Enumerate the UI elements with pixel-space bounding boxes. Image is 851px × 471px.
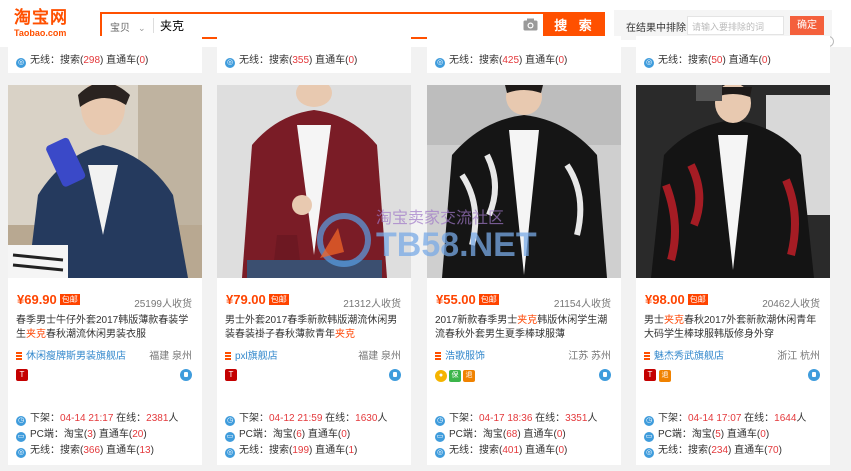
wireless-stats: ◎ 无线：搜索(50) 直通车(0)	[644, 55, 771, 68]
free-shipping-badge: 包邮	[59, 294, 80, 305]
sales-count: 21312人收货	[343, 299, 401, 310]
wireless-stats: ◎ 无线：搜索(366) 直通车(13)	[16, 445, 154, 458]
service-icons: T	[16, 368, 31, 382]
service-icons: ● 保退	[435, 368, 477, 382]
shop-location: 浙江 杭州	[777, 351, 820, 362]
shop-link[interactable]: 休闲瘦牌斯男装旗舰店	[16, 347, 126, 362]
sales-count: 21154人收货	[553, 299, 611, 310]
wireless-icon: ◎	[644, 448, 654, 458]
shop-icon	[16, 352, 22, 360]
partial-card: ◎ 无线：搜索(298) 直通车(0)	[8, 36, 202, 73]
free-shipping-badge: 包邮	[268, 294, 289, 305]
shop-link[interactable]: 魅杰秀武旗舰店	[644, 347, 724, 362]
product-price: ¥55.00 包邮	[436, 292, 499, 307]
wireless-icon: ◎	[644, 58, 654, 68]
wireless-icon: ◎	[16, 448, 26, 458]
free-shipping-badge: 包邮	[687, 294, 708, 305]
shop-location: 江苏 苏州	[568, 351, 611, 362]
listing-info: ◷ 下架：04-12 21:59 在线：1630人	[225, 413, 388, 426]
product-image[interactable]	[427, 85, 621, 278]
sales-count: 20462人收货	[762, 299, 820, 310]
exclude-input[interactable]: 请输入要排除的词	[687, 16, 784, 35]
wireless-icon: ◎	[225, 58, 235, 68]
product-card[interactable]: ¥69.90 包邮 25199人收货 春季男士牛仔外套2017韩版薄款春装学生夹克…	[8, 85, 202, 465]
wireless-icon: ◎	[435, 58, 445, 68]
wireless-stats: ◎ 无线：搜索(234) 直通车(70)	[644, 445, 782, 458]
return-icon[interactable]: 退	[463, 370, 475, 382]
wireless-icon: ◎	[435, 448, 445, 458]
partial-card: ◎ 无线：搜索(425) 直通车(0)	[427, 36, 621, 73]
wireless-stats: ◎ 无线：搜索(298) 直通车(0)	[16, 55, 149, 68]
pc-stats: ▭ PC端：淘宝(3) 直通车(20)	[16, 429, 147, 442]
shop-link[interactable]: pxl旗舰店	[225, 347, 278, 362]
product-title[interactable]: 男士外套2017春季新款韩版潮流休闲男装春装褂子春秋薄款青年夹克	[225, 314, 405, 342]
logo-text: 淘宝网	[14, 8, 68, 28]
wireless-icon: ◎	[16, 58, 26, 68]
guarantee-icon[interactable]: 保	[449, 370, 461, 382]
listing-info: ◷ 下架：04-14 17:07 在线：1644人	[644, 413, 807, 426]
product-card[interactable]: ¥79.00 包邮 21312人收货 男士外套2017春季新款韩版潮流休闲男装春装…	[217, 85, 411, 465]
wireless-stats: ◎ 无线：搜索(401) 直通车(0)	[435, 445, 568, 458]
product-price: ¥79.00 包邮	[226, 292, 289, 307]
wangwang-chat-icon[interactable]	[808, 369, 820, 381]
product-image[interactable]	[636, 85, 830, 278]
product-price: ¥98.00 包邮	[645, 292, 708, 307]
listing-info: ◷ 下架：04-14 21:17 在线：2381人	[16, 413, 179, 426]
product-title[interactable]: 男士夹克春秋2017外套新款潮休闲青年大码学生棒球服韩版修身外穿	[644, 314, 824, 342]
camera-icon[interactable]	[523, 18, 538, 31]
tmall-icon[interactable]: T	[644, 369, 656, 381]
shop-link[interactable]: 浩歌服饰	[435, 347, 485, 362]
product-card[interactable]: ¥98.00 包邮 20462人收货 男士夹克春秋2017外套新款潮休闲青年大码学…	[636, 85, 830, 465]
shop-location: 福建 泉州	[358, 351, 401, 362]
product-image[interactable]	[8, 85, 202, 278]
exclude-confirm-button[interactable]: 确定	[790, 16, 824, 35]
return-icon[interactable]: 退	[659, 370, 671, 382]
search-scope-label: 宝贝	[110, 23, 130, 34]
product-image[interactable]	[217, 85, 411, 278]
tmall-icon[interactable]: T	[225, 369, 237, 381]
wireless-stats: ◎ 无线：搜索(355) 直通车(0)	[225, 55, 358, 68]
pc-stats: ▭ PC端：淘宝(68) 直通车(0)	[435, 429, 566, 442]
shop-icon	[225, 352, 231, 360]
search-scope-select[interactable]: 宝贝 ⌄	[110, 19, 146, 34]
product-title[interactable]: 2017新款春季男士夹克韩版休闲学生潮流春秋外套男生夏季棒球服薄	[435, 314, 615, 342]
partial-card: ◎ 无线：搜索(50) 直通车(0)	[636, 36, 830, 73]
gold-seller-icon[interactable]: ●	[435, 370, 447, 382]
service-icons: T	[225, 368, 240, 382]
sales-count: 25199人收货	[134, 299, 192, 310]
product-price: ¥69.90 包邮	[17, 292, 80, 307]
search-box: 宝贝 ⌄ 夹克	[100, 12, 545, 39]
pc-stats: ▭ PC端：淘宝(5) 直通车(0)	[644, 429, 770, 442]
product-card[interactable]: ¥55.00 包邮 21154人收货 2017新款春季男士夹克韩版休闲学生潮流春秋…	[427, 85, 621, 465]
partial-card: ◎ 无线：搜索(355) 直通车(0)	[217, 36, 411, 73]
shop-icon	[435, 352, 441, 360]
listing-info: ◷ 下架：04-17 18:36 在线：3351人	[435, 413, 598, 426]
wangwang-chat-icon[interactable]	[180, 369, 192, 381]
wireless-stats: ◎ 无线：搜索(199) 直通车(1)	[225, 445, 358, 458]
wangwang-chat-icon[interactable]	[599, 369, 611, 381]
pc-stats: ▭ PC端：淘宝(6) 直通车(0)	[225, 429, 351, 442]
wireless-icon: ◎	[225, 448, 235, 458]
search-button[interactable]: 搜 索	[545, 12, 605, 39]
wireless-stats: ◎ 无线：搜索(425) 直通车(0)	[435, 55, 568, 68]
service-icons: T退	[644, 368, 673, 382]
tmall-icon[interactable]: T	[16, 369, 28, 381]
shop-icon	[644, 352, 650, 360]
free-shipping-badge: 包邮	[478, 294, 499, 305]
product-title[interactable]: 春季男士牛仔外套2017韩版薄款春装学生夹克春秋潮流休闲男装衣服	[16, 314, 196, 342]
search-input[interactable]: 夹克	[160, 17, 184, 34]
search-divider	[153, 18, 154, 33]
wangwang-chat-icon[interactable]	[389, 369, 401, 381]
shop-location: 福建 泉州	[149, 351, 192, 362]
chevron-down-icon: ⌄	[138, 23, 146, 33]
exclude-label: 在结果中排除	[626, 23, 686, 34]
